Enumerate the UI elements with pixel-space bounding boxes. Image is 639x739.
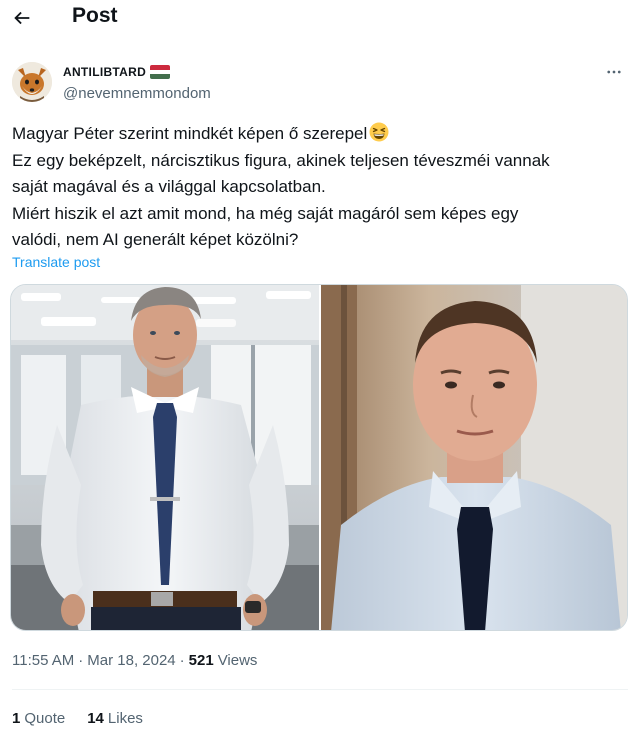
quotes-link[interactable]: 1 Quote (12, 710, 65, 727)
more-horizontal-icon (607, 70, 621, 74)
divider (12, 689, 628, 690)
quotes-label: Quote (24, 710, 66, 727)
hungary-flag-icon (150, 65, 171, 79)
post-text: Magyar Péter szerint mindkét képen ő sze… (12, 121, 624, 254)
media-image-left[interactable] (11, 285, 319, 630)
translate-post-link[interactable]: Translate post (12, 254, 100, 270)
post-text-line-3: saját magával és a világgal kapcsolatban… (12, 177, 326, 196)
post-text-line-2: Ez egy beképzelt, nárcisztikus figura, a… (12, 150, 550, 170)
avatar[interactable] (12, 62, 52, 102)
post-media (10, 284, 628, 631)
likes-link[interactable]: 14 Likes (87, 710, 143, 727)
post-text-line: Magyar Péter szerint mindkét képen ő sze… (12, 121, 624, 148)
more-button[interactable] (602, 60, 626, 84)
views-label: Views (217, 652, 258, 669)
quotes-count: 1 (12, 710, 21, 727)
fox-avatar-image (12, 62, 52, 102)
post-author: ANTILIBTARD @nevemnemmondom (12, 60, 628, 106)
post-date[interactable]: Mar 18, 2024 (87, 652, 175, 669)
media-image-right[interactable] (321, 285, 627, 630)
arrow-left-icon (14, 11, 30, 25)
portrait-photo (321, 285, 627, 630)
post-text-line-1: Magyar Péter szerint mindkét képen ő sze… (12, 124, 368, 143)
meta-separator: · (78, 652, 84, 669)
user-handle[interactable]: @nevemnemmondom (63, 85, 211, 102)
views-count: 521 (188, 652, 214, 669)
page-title: Post (72, 4, 118, 27)
post-text-line-5: valódi, nem AI generált képet közölni? (12, 230, 299, 249)
post-time[interactable]: 11:55 AM (12, 652, 74, 669)
office-portrait-photo (11, 285, 319, 630)
back-button[interactable] (8, 4, 36, 32)
post-text-line-4: Miért hiszik el azt amit mond, ha még sa… (12, 203, 519, 223)
post-meta: 11:55 AM · Mar 18, 2024 · 521 Views (12, 652, 257, 669)
grinning-squinting-face-emoji (369, 122, 389, 142)
likes-label: Likes (107, 710, 143, 727)
meta-separator: · (179, 652, 185, 669)
display-name[interactable]: ANTILIBTARD (63, 65, 171, 79)
post-stats: 1 Quote 14 Likes (12, 710, 143, 727)
likes-count: 14 (87, 710, 104, 727)
top-bar: Post (0, 0, 639, 36)
display-name-text: ANTILIBTARD (63, 65, 147, 79)
